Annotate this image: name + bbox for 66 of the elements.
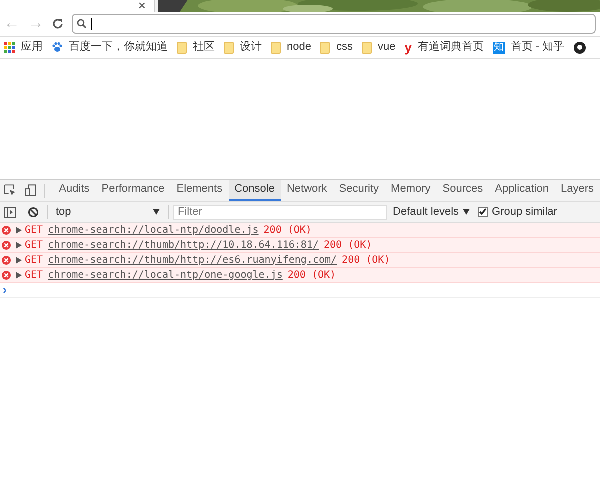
folder-icon (224, 42, 234, 54)
bookmark[interactable]: 知 首页 - 知乎 (492, 39, 565, 56)
request-method: GET (25, 268, 44, 282)
clear-icon[interactable] (28, 206, 39, 218)
devtools-tab[interactable]: Sources (436, 180, 490, 201)
folder-icon (320, 42, 330, 54)
devtools-tab[interactable]: Elements (170, 180, 229, 201)
apps-icon (4, 42, 15, 53)
devtools-tab[interactable]: Audits (53, 180, 96, 201)
levels-select[interactable]: Default levels (393, 204, 470, 220)
context-label: top (56, 204, 72, 220)
bookmark[interactable]: y 有道词典首页 (404, 39, 484, 56)
devtools-tab[interactable]: Security (333, 180, 386, 201)
request-method: GET (25, 224, 44, 238)
expand-icon[interactable] (16, 272, 22, 278)
error-icon (2, 256, 11, 264)
youdao-icon: y (404, 41, 412, 54)
dropdown-icon (463, 209, 470, 215)
bookmark[interactable]: 应用 (4, 39, 43, 56)
status-text: 200 (OK) (264, 224, 312, 238)
folder-icon (271, 42, 281, 54)
folder-icon (177, 42, 187, 54)
paw-icon (52, 42, 63, 53)
console-prompt[interactable]: › (3, 284, 7, 296)
folder-icon (362, 42, 372, 54)
error-icon (2, 240, 11, 250)
group-similar-label: Group similar (492, 204, 558, 220)
address-field[interactable] (72, 14, 596, 34)
expand-icon[interactable] (16, 256, 22, 264)
bookmark[interactable]: 百度一下，你就知道 (52, 39, 168, 56)
inspect-icon[interactable] (4, 184, 17, 197)
bookmark[interactable]: css (320, 39, 353, 56)
expand-icon[interactable] (16, 226, 22, 234)
bookmark[interactable]: 社区 (177, 39, 215, 56)
status-text: 200 (OK) (324, 238, 372, 252)
devtools-tab[interactable]: Application (489, 180, 555, 201)
browser-tab[interactable]: × (0, 0, 155, 12)
error-icon (2, 270, 11, 280)
filter-field[interactable]: Filter (173, 204, 387, 220)
reload-icon[interactable] (52, 18, 64, 30)
request-method: GET (25, 238, 44, 252)
device-icon[interactable] (24, 184, 36, 197)
request-method: GET (25, 254, 44, 268)
status-text: 200 (OK) (342, 254, 390, 268)
bookmark[interactable]: 设计 (224, 39, 262, 56)
context-select[interactable]: top (56, 204, 164, 220)
zhihu-icon: 知 (492, 42, 505, 54)
request-url-link[interactable]: chrome-search://local-ntp/one-google.js (48, 268, 283, 282)
status-text: 200 (OK) (288, 268, 336, 282)
group-similar-checkbox[interactable] (478, 207, 488, 217)
sidebar-toggle-icon[interactable] (4, 206, 16, 218)
dropdown-icon (153, 209, 160, 215)
devtools-tab[interactable]: Layers (554, 180, 600, 201)
levels-label: Default levels (393, 204, 460, 220)
request-url-link[interactable]: chrome-search://local-ntp/doodle.js (48, 222, 259, 238)
devtools-tab[interactable]: Memory (385, 180, 437, 201)
expand-icon[interactable] (16, 242, 22, 248)
search-icon (77, 19, 87, 29)
devtools-tab[interactable]: Network (280, 180, 334, 201)
devtools-tab[interactable]: Console (228, 180, 281, 201)
devtools-tab[interactable]: Performance (96, 180, 171, 201)
request-url-link[interactable]: chrome-search://thumb/http://es6.ruanyifeng.com/ (48, 252, 338, 268)
error-icon (2, 226, 11, 234)
bookmark[interactable]: vue (362, 39, 396, 56)
bookmark[interactable]: node (271, 39, 312, 56)
request-url-link[interactable]: chrome-search://thumb/http://10.18.64.116:81/ (48, 238, 319, 252)
